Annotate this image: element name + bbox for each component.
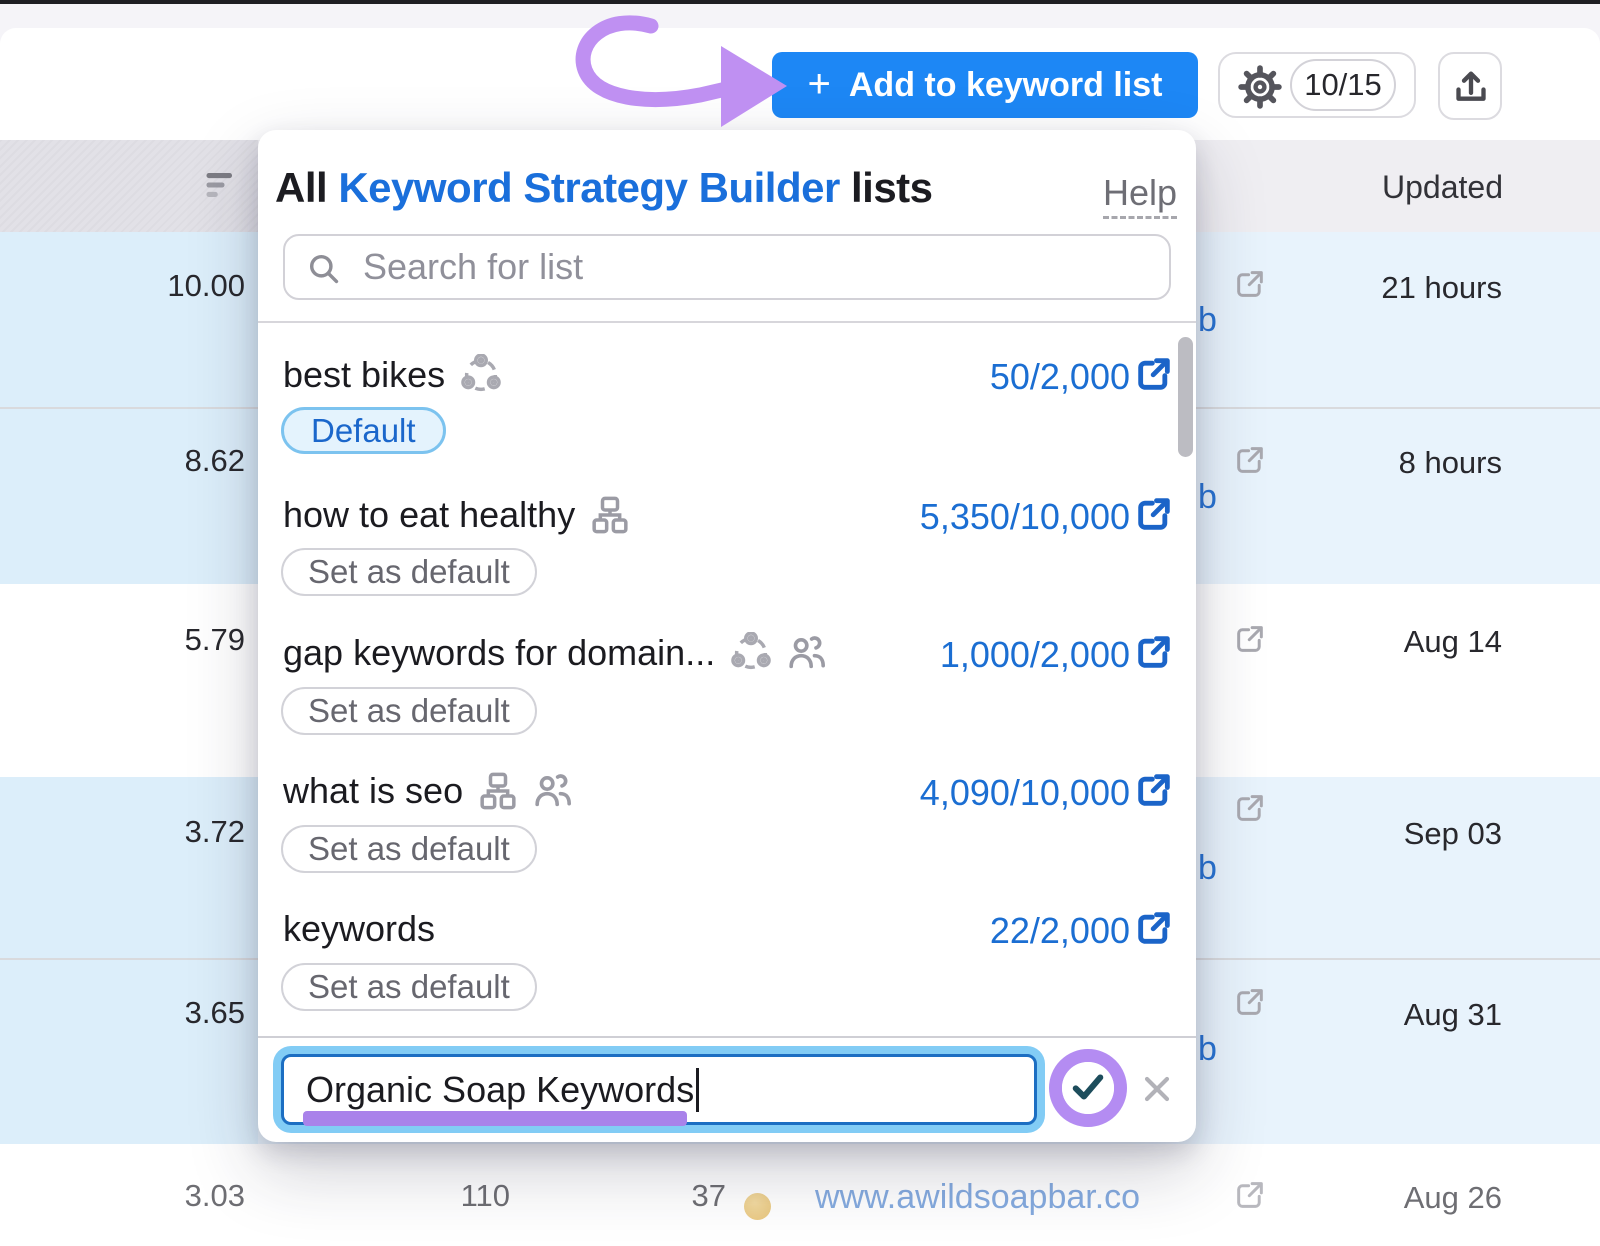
sitemap-icon [590, 495, 630, 535]
kd-value: 37 [692, 1178, 726, 1214]
window-edge [0, 0, 1600, 4]
screen: Traffic % Updated 10.00 8.62 5.79 3.72 3… [0, 0, 1600, 1246]
set-as-default-button[interactable]: Set as default [281, 825, 537, 873]
gear-icon [1238, 65, 1282, 109]
title-prefix: All [275, 164, 338, 211]
add-to-keyword-list-button[interactable]: + Add to keyword list [772, 52, 1198, 118]
traffic-value: 3.72 [185, 814, 245, 850]
url-link-tail[interactable]: b [1198, 1030, 1217, 1069]
updated-value: Aug 26 [1404, 1180, 1502, 1216]
external-link-icon[interactable] [1233, 622, 1267, 656]
external-link-icon[interactable] [1233, 443, 1267, 477]
sitemap-icon [478, 771, 518, 811]
list-name: keywords [283, 908, 435, 950]
default-badge: Default [281, 407, 446, 454]
title-suffix: lists [840, 164, 933, 211]
cluster-icon [730, 632, 772, 674]
updated-value: Aug 31 [1404, 997, 1502, 1033]
traffic-value: 3.65 [185, 995, 245, 1031]
external-link-icon[interactable] [1134, 908, 1174, 948]
external-link-icon[interactable] [1233, 985, 1267, 1019]
list-name: gap keywords for domain... [283, 632, 715, 674]
help-link[interactable]: Help [1103, 172, 1177, 219]
x-icon [1141, 1073, 1173, 1105]
cancel-new-list-button[interactable] [1141, 1073, 1173, 1105]
keyword-strategy-builder-link[interactable]: Keyword Strategy Builder [338, 164, 839, 211]
dropdown-scrollbar-thumb[interactable] [1178, 337, 1193, 457]
set-as-default-button[interactable]: Set as default [281, 548, 537, 596]
list-name: what is seo [283, 770, 463, 812]
cluster-icon [460, 354, 502, 396]
set-as-default-button[interactable]: Set as default [281, 687, 537, 735]
dropdown-title: All Keyword Strategy Builder lists [275, 164, 933, 212]
list-name: best bikes [283, 354, 445, 396]
url-link-tail[interactable]: b [1198, 301, 1217, 340]
external-link-icon[interactable] [1233, 267, 1267, 301]
list-settings-button[interactable]: 10/15 [1218, 52, 1416, 118]
add-button-label: Add to keyword list [849, 66, 1163, 105]
keyword-count-link[interactable]: 4,090/10,000 [920, 772, 1130, 814]
checkmark-icon [1071, 1072, 1105, 1102]
external-link-icon[interactable] [1134, 632, 1174, 672]
traffic-value: 3.03 [185, 1178, 245, 1214]
list-item-what-is-seo[interactable]: what is seo 4,090/10,000 Set as default [258, 767, 1196, 887]
keyword-lists-dropdown: All Keyword Strategy Builder lists Help … [258, 130, 1196, 1142]
traffic-value: 8.62 [185, 443, 245, 479]
plus-icon: + [808, 64, 831, 104]
external-link-icon[interactable] [1134, 354, 1174, 394]
list-limit-badge: 10/15 [1290, 59, 1396, 111]
keyword-count-link[interactable]: 22/2,000 [990, 910, 1130, 952]
search-icon [306, 251, 342, 287]
list-item-best-bikes[interactable]: best bikes 50/2,000 Default [258, 351, 1196, 471]
keyword-count-link[interactable]: 50/2,000 [990, 356, 1130, 398]
divider [258, 321, 1196, 323]
external-link-icon[interactable] [1233, 1178, 1267, 1212]
export-button[interactable] [1438, 52, 1502, 120]
volume-value: 110 [461, 1178, 510, 1214]
updated-value: 21 hours [1381, 270, 1502, 306]
traffic-cell-shade [0, 777, 258, 958]
url-link-tail[interactable]: b [1198, 849, 1217, 888]
list-name: how to eat healthy [283, 494, 575, 536]
keyword-count-link[interactable]: 5,350/10,000 [920, 496, 1130, 538]
updated-header-label: Updated [1382, 169, 1503, 206]
external-link-icon[interactable] [1134, 494, 1174, 534]
list-item-keywords[interactable]: keywords 22/2,000 Set as default [258, 905, 1196, 1025]
traffic-header-cell[interactable]: Traffic % [0, 140, 258, 232]
external-link-icon[interactable] [1134, 770, 1174, 810]
search-input[interactable] [363, 238, 1153, 296]
url-link-tail[interactable]: b [1198, 478, 1217, 517]
url-link[interactable]: www.awildsoapbar.co [815, 1178, 1140, 1217]
updated-value: Sep 03 [1404, 816, 1502, 852]
set-as-default-button[interactable]: Set as default [281, 963, 537, 1011]
traffic-cell-shade [0, 409, 258, 584]
updated-value: 8 hours [1399, 445, 1502, 481]
traffic-cell-shade [0, 960, 258, 1144]
traffic-cell-shade [0, 232, 258, 407]
text-cursor [696, 1068, 699, 1112]
upload-icon [1451, 67, 1491, 107]
divider [258, 1036, 1196, 1038]
keyword-count-link[interactable]: 1,000/2,000 [940, 634, 1130, 676]
list-item-gap-keywords[interactable]: gap keywords for domain... 1,000/2,000 S… [258, 629, 1196, 749]
kd-difficulty-dot [744, 1193, 771, 1220]
updated-value: Aug 14 [1404, 624, 1502, 660]
annotation-underline [303, 1111, 687, 1126]
list-item-how-to-eat-healthy[interactable]: how to eat healthy 5,350/10,000 Set as d… [258, 491, 1196, 611]
traffic-value: 5.79 [185, 622, 245, 658]
new-list-input-value: Organic Soap Keywords [306, 1069, 694, 1111]
shared-users-icon [787, 633, 827, 673]
shared-users-icon [533, 771, 573, 811]
traffic-value: 10.00 [167, 268, 245, 304]
sort-descending-icon [205, 170, 241, 200]
confirm-new-list-button[interactable] [1062, 1062, 1114, 1114]
external-link-icon[interactable] [1233, 791, 1267, 825]
list-search-box [283, 234, 1171, 300]
